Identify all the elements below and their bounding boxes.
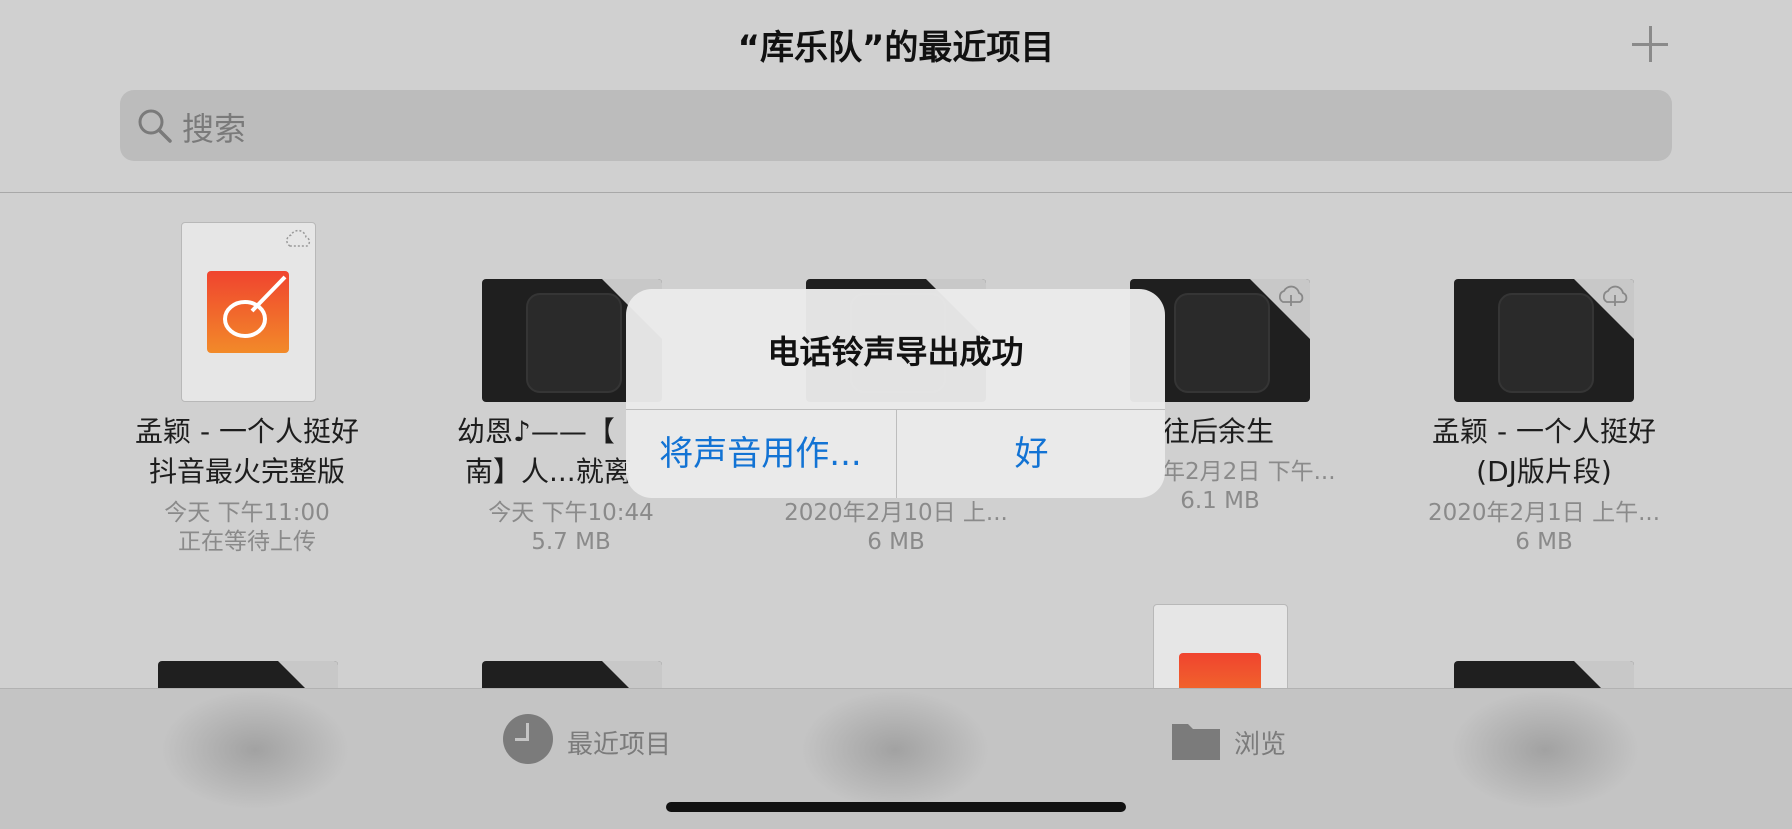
alert-dialog: 电话铃声导出成功 将声音用作... 好 [626, 289, 1165, 498]
page-title: “库乐队”的最近项目 [737, 28, 1055, 68]
file-thumbnail [181, 222, 316, 402]
cloud-download-icon [1602, 285, 1628, 306]
search-placeholder: 搜索 [182, 110, 247, 148]
file-date: 2020年2月10日 上... [784, 500, 1008, 526]
file-size: 5.7 MB [531, 529, 611, 555]
search-icon [138, 109, 172, 143]
tab-recent-label: 最近项目 [567, 730, 672, 760]
blurred-item [160, 690, 350, 810]
file-size: 6 MB [867, 529, 925, 555]
file-date: 2020年2月1日 上午... [1427, 500, 1661, 526]
file-name: 孟颖 - 一个人挺好 [135, 415, 359, 448]
file-status: 正在等待上传 [178, 529, 316, 555]
file-name: 抖音最火完整版 [148, 455, 345, 488]
clock-icon [503, 714, 553, 764]
alert-title: 电话铃声导出成功 [767, 333, 1024, 371]
header-divider [0, 192, 1792, 193]
folder-icon [1172, 724, 1220, 760]
blurred-item [1450, 690, 1640, 810]
file-item[interactable]: 孟颖 - 一个人挺好 (DJ版片段) 2020年2月1日 上午... 6 MB [1394, 279, 1694, 562]
file-thumbnail [1454, 279, 1634, 402]
ok-button[interactable]: 好 [897, 410, 1165, 498]
blurred-item [800, 690, 990, 810]
file-date: 今天 下午11:00 [164, 500, 330, 526]
file-date: 今天 下午10:44 [488, 500, 654, 526]
home-indicator [666, 802, 1126, 812]
garageband-icon [207, 271, 289, 353]
plus-icon[interactable] [1630, 24, 1670, 64]
file-name: (DJ版片段) [1476, 455, 1612, 488]
cloud-download-icon [1278, 285, 1304, 306]
file-item[interactable]: 孟颖 - 一个人挺好 抖音最火完整版 今天 下午11:00 正在等待上传 [97, 222, 397, 562]
file-name: 孟颖 - 一个人挺好 [1432, 415, 1656, 448]
tab-browse-label: 浏览 [1234, 730, 1287, 760]
use-sound-as-button[interactable]: 将声音用作... [626, 410, 895, 498]
search-input[interactable]: 搜索 [120, 90, 1672, 161]
file-size: 6 MB [1515, 529, 1573, 555]
cloud-pending-icon [286, 229, 311, 247]
